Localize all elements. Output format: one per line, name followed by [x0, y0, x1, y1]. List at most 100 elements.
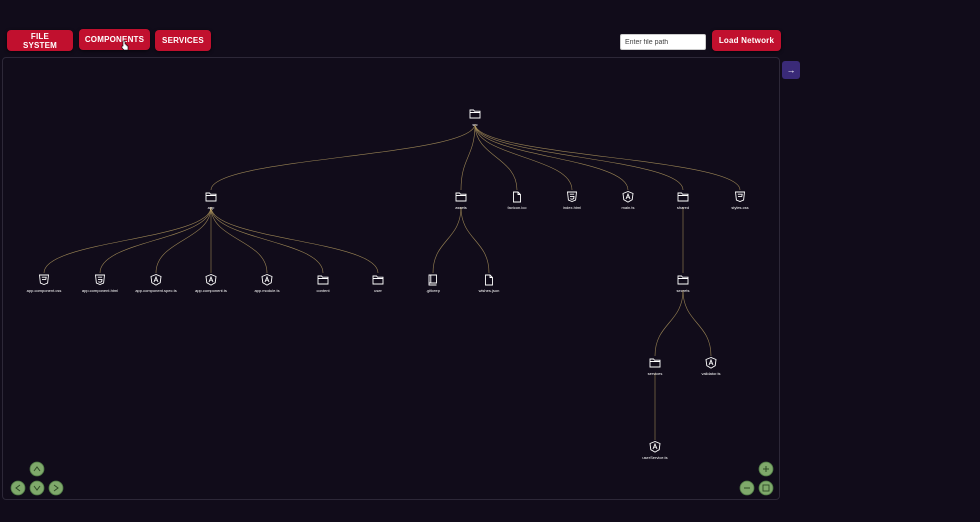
- edge-src-shared: [474, 123, 684, 191]
- book-icon: [428, 274, 437, 286]
- css3-icon: [38, 274, 50, 285]
- folder-icon: [372, 275, 384, 285]
- node-styles[interactable]: styles.css: [731, 191, 749, 210]
- node-label: app.component.html: [82, 288, 118, 293]
- folder-icon: [317, 275, 329, 285]
- panel-toggle-button[interactable]: →: [782, 61, 800, 79]
- node-label: content: [316, 288, 330, 293]
- nav-up-button[interactable]: [29, 461, 45, 477]
- node-label: app: [208, 205, 215, 210]
- navigation-controls: [10, 461, 64, 496]
- edge-app-app_css: [43, 206, 212, 274]
- node-app-module[interactable]: app.module.ts: [254, 274, 280, 294]
- node-svc[interactable]: userService.ts: [642, 441, 668, 461]
- node-services[interactable]: services: [648, 358, 663, 376]
- node-app[interactable]: app: [205, 192, 217, 210]
- node-user[interactable]: user: [372, 275, 384, 293]
- node-label: userService.ts: [642, 455, 667, 460]
- node-label: shared: [677, 205, 689, 210]
- node-shared[interactable]: shared: [677, 192, 689, 210]
- edge-src-assets: [460, 123, 476, 191]
- node-label: .gitkeep: [426, 288, 441, 293]
- angular-icon: [205, 274, 217, 286]
- node-label: app.module.ts: [254, 288, 279, 293]
- edge-app-content: [210, 206, 324, 274]
- node-app-html[interactable]: app.component.html: [82, 274, 118, 293]
- folder-icon: [469, 109, 481, 119]
- node-gitkeep[interactable]: .gitkeep: [426, 274, 441, 293]
- node-label: assets: [455, 205, 467, 210]
- zoom-out-button[interactable]: [739, 480, 755, 496]
- angular-icon: [622, 191, 634, 203]
- node-label: app.component.spec.ts: [135, 288, 176, 293]
- edge-app-app_html: [99, 206, 212, 274]
- fit-view-button[interactable]: [758, 480, 774, 496]
- edge-src-main: [474, 123, 629, 191]
- network-graph[interactable]: src app assets favicon.ico index.html main.ts…: [3, 58, 781, 501]
- tab-components[interactable]: COMPONENTS: [79, 29, 150, 50]
- angular-icon: [705, 357, 717, 369]
- node-assets[interactable]: assets: [455, 192, 467, 210]
- node-index[interactable]: index.html: [563, 191, 581, 210]
- node-label: validator.ts: [701, 371, 720, 376]
- edge-secrets-validate: [682, 289, 712, 357]
- file-path-input[interactable]: [620, 34, 706, 50]
- node-label: services: [648, 371, 663, 376]
- node-label: styles.css: [731, 205, 748, 210]
- folder-icon: [677, 275, 689, 285]
- tab-services[interactable]: SERVICES: [155, 30, 211, 51]
- angular-icon: [261, 274, 273, 286]
- edge-assets-gitkeep: [432, 206, 462, 274]
- node-label: src: [472, 122, 477, 127]
- file-icon: [485, 274, 493, 286]
- nav-right-button[interactable]: [48, 480, 64, 496]
- zoom-controls: [739, 461, 774, 496]
- zoom-in-button[interactable]: [758, 461, 774, 477]
- edge-src-favicon: [474, 123, 518, 191]
- nodes: src app assets favicon.ico index.html main.ts…: [27, 109, 749, 461]
- angular-icon: [649, 441, 661, 453]
- hand-cursor-icon: [121, 40, 129, 50]
- tab-file-system[interactable]: FILE SYSTEM: [7, 30, 73, 51]
- node-label: secrets: [677, 288, 690, 293]
- node-secrets[interactable]: secrets: [677, 275, 690, 293]
- nav-down-button[interactable]: [29, 480, 45, 496]
- file-icon: [513, 191, 521, 203]
- node-label: wishes.json: [479, 288, 500, 293]
- node-app-ts[interactable]: app.component.ts: [195, 274, 227, 294]
- network-canvas[interactable]: src app assets favicon.ico index.html main.ts…: [2, 57, 780, 500]
- node-wishes[interactable]: wishes.json: [479, 274, 500, 293]
- edges: [43, 123, 741, 440]
- node-label: main.ts: [622, 205, 635, 210]
- css3-icon: [734, 191, 746, 202]
- edge-src-app: [210, 123, 476, 191]
- node-src[interactable]: src: [469, 109, 481, 127]
- edge-src-index: [474, 123, 573, 191]
- node-app-spec[interactable]: app.component.spec.ts: [135, 274, 177, 294]
- node-main[interactable]: main.ts: [622, 191, 635, 211]
- node-label: favicon.ico: [508, 205, 528, 210]
- load-network-button[interactable]: Load Network: [712, 30, 781, 51]
- folder-icon: [205, 192, 217, 202]
- node-validate[interactable]: validator.ts: [701, 357, 721, 377]
- angular-icon: [150, 274, 162, 286]
- html5-icon: [566, 191, 578, 202]
- edge-app-user: [210, 206, 379, 274]
- node-label: user: [374, 288, 382, 293]
- node-label: index.html: [563, 205, 581, 210]
- folder-icon: [649, 358, 661, 368]
- node-label: app.component.css: [27, 288, 62, 293]
- edge-app-app_spec: [155, 206, 212, 274]
- node-app-css[interactable]: app.component.css: [27, 274, 62, 293]
- nav-left-button[interactable]: [10, 480, 26, 496]
- edge-assets-wishes: [460, 206, 490, 274]
- folder-icon: [677, 192, 689, 202]
- html5-icon: [94, 274, 106, 285]
- edge-app-app_module: [210, 206, 268, 274]
- node-label: app.component.ts: [195, 288, 227, 293]
- node-content[interactable]: content: [316, 275, 330, 293]
- edge-secrets-services: [654, 289, 684, 357]
- node-favicon[interactable]: favicon.ico: [508, 191, 528, 210]
- edge-src-styles: [474, 123, 741, 191]
- folder-icon: [455, 192, 467, 202]
